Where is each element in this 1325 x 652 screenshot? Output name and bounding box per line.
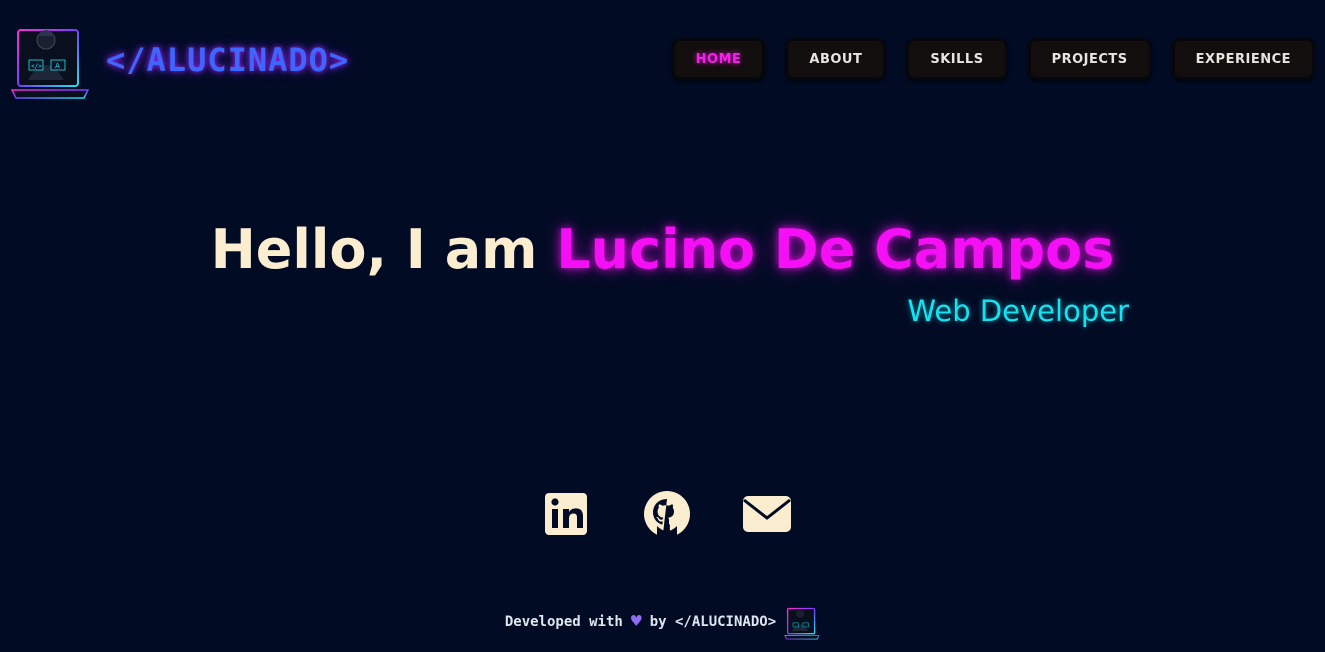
footer-credit: by </ALUCINADO> [649, 614, 777, 630]
footer-prefix: Developed with [504, 614, 623, 630]
hero-role: Web Developer [907, 294, 1129, 328]
github-icon [644, 491, 690, 538]
nav-projects-button[interactable]: PROJECTS [1027, 38, 1152, 80]
social-links [543, 490, 791, 538]
linkedin-icon [545, 493, 587, 535]
github-link[interactable] [643, 490, 691, 538]
brand-link[interactable]: </> A </ALUCINADO> [10, 20, 349, 100]
svg-text:</>: </> [31, 63, 42, 70]
svg-text:A: A [55, 62, 60, 70]
page: </> A </ALUCINADO> HOME ABOUT SKILLS PRO… [0, 0, 1325, 652]
nav-skills-button[interactable]: SKILLS [906, 38, 1008, 80]
mail-icon [743, 496, 791, 532]
hero-greeting: Hello, I am [210, 218, 557, 281]
brand-name: </ALUCINADO> [106, 41, 350, 79]
nav-experience-button[interactable]: EXPERIENCE [1171, 38, 1315, 80]
heart-icon: ♥ [630, 611, 642, 632]
email-link[interactable] [743, 490, 791, 538]
linkedin-link[interactable] [543, 490, 591, 538]
hacker-laptop-logo-icon [784, 607, 820, 640]
hacker-laptop-logo-icon: </> A [10, 29, 90, 99]
footer: Developed with ♥ by </ALUCINADO> [0, 604, 1325, 640]
hero-name: Lucino De Campos [556, 218, 1115, 281]
nav-home-button[interactable]: HOME [671, 38, 766, 80]
hero-title: Hello, I am Lucino De Campos [0, 213, 1325, 287]
main-nav: HOME ABOUT SKILLS PROJECTS EXPERIENCE [671, 38, 1315, 80]
nav-about-button[interactable]: ABOUT [785, 38, 887, 80]
